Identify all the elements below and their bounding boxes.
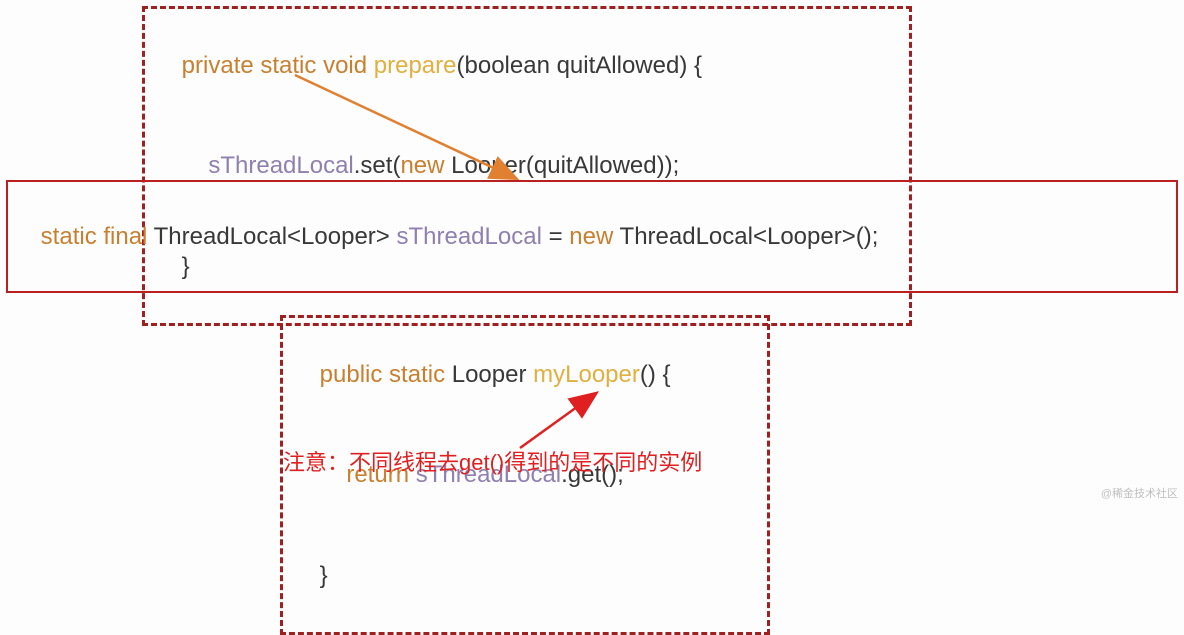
watermark: @稀金技术社区 <box>1101 485 1178 501</box>
arrow-orange-down <box>275 70 535 190</box>
keyword-new: new <box>569 223 619 250</box>
type-threadlocal: ThreadLocal<Looper> <box>154 223 397 250</box>
keyword-private: private <box>182 52 261 79</box>
code-line: static final ThreadLocal<Looper> sThread… <box>14 186 1170 287</box>
keyword-static: static <box>41 223 104 250</box>
type-looper: Looper <box>452 361 533 388</box>
keyword-static: static <box>389 361 452 388</box>
brace-close: } <box>320 562 328 589</box>
code-text: () { <box>640 361 671 388</box>
equals: = <box>542 223 569 250</box>
code-text: ThreadLocal<Looper>(); <box>620 223 879 250</box>
keyword-public: public <box>320 361 389 388</box>
indent <box>182 152 209 179</box>
code-box-declaration: static final ThreadLocal<Looper> sThread… <box>6 180 1178 293</box>
variable-sthreadlocal: sThreadLocal <box>396 223 541 250</box>
method-name-mylooper: myLooper <box>533 361 640 388</box>
code-line: } <box>293 526 757 627</box>
annotation-text: 注意：不同线程去get()得到的是不同的实例 <box>283 445 702 477</box>
keyword-final: final <box>103 223 153 250</box>
